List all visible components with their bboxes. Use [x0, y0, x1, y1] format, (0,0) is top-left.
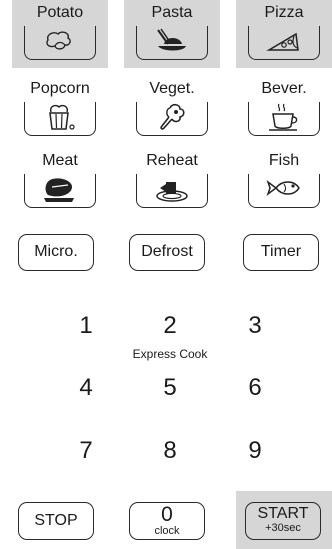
- micro-button[interactable]: Micro.: [18, 234, 94, 271]
- key-8[interactable]: 8: [145, 437, 195, 465]
- popcorn-icon: [49, 104, 75, 130]
- pasta-label: Pasta: [151, 4, 193, 21]
- key-3[interactable]: 3: [230, 312, 280, 340]
- steak-icon: [44, 178, 74, 202]
- start-caption: +30sec: [265, 522, 301, 534]
- pizza-button[interactable]: Pizza: [236, 0, 332, 68]
- plate-icon: [156, 182, 188, 202]
- potato-label: Potato: [36, 4, 84, 21]
- pizza-icon: [266, 32, 299, 51]
- key-6[interactable]: 6: [230, 374, 280, 402]
- key-2[interactable]: 2: [145, 312, 195, 340]
- potato-button[interactable]: Potato: [12, 0, 108, 68]
- pasta-icon: [157, 28, 186, 51]
- timer-button[interactable]: Timer: [243, 234, 319, 271]
- key-2-caption: Express Cook: [132, 347, 208, 361]
- key-7[interactable]: 7: [61, 437, 111, 465]
- reheat-label: Reheat: [146, 152, 198, 169]
- key-0-label: 0: [161, 503, 173, 526]
- broccoli-icon: [160, 103, 185, 130]
- stop-label: STOP: [34, 512, 78, 529]
- fish-icon: [266, 179, 300, 197]
- pizza-label: Pizza: [264, 4, 304, 21]
- meat-label: Meat: [42, 152, 78, 169]
- defrost-button[interactable]: Defrost: [129, 234, 205, 271]
- cup-icon: [269, 103, 298, 131]
- vegetable-label: Veget.: [149, 80, 195, 97]
- key-1[interactable]: 1: [61, 312, 111, 340]
- reheat-button[interactable]: Reheat: [124, 148, 220, 216]
- key-9[interactable]: 9: [230, 437, 280, 465]
- popcorn-label: Popcorn: [30, 80, 90, 97]
- key-5[interactable]: 5: [145, 374, 195, 402]
- fish-label: Fish: [268, 152, 300, 169]
- popcorn-button[interactable]: Popcorn: [12, 76, 108, 144]
- potato-icon: [46, 31, 71, 50]
- key-0-clock-button[interactable]: 0 clock: [129, 502, 205, 540]
- beverage-button[interactable]: Bever.: [236, 76, 332, 144]
- pasta-button[interactable]: Pasta: [124, 0, 220, 68]
- key-4[interactable]: 4: [61, 374, 111, 402]
- beverage-label: Bever.: [261, 80, 307, 97]
- vegetable-button[interactable]: Veget.: [124, 76, 220, 144]
- clock-caption: clock: [154, 525, 180, 537]
- start-button-panel: START +30sec: [236, 491, 332, 549]
- start-label: START: [257, 505, 309, 522]
- fish-button[interactable]: Fish: [236, 148, 332, 216]
- meat-button[interactable]: Meat: [12, 148, 108, 216]
- start-button[interactable]: START +30sec: [245, 502, 321, 540]
- stop-button[interactable]: STOP: [18, 502, 94, 540]
